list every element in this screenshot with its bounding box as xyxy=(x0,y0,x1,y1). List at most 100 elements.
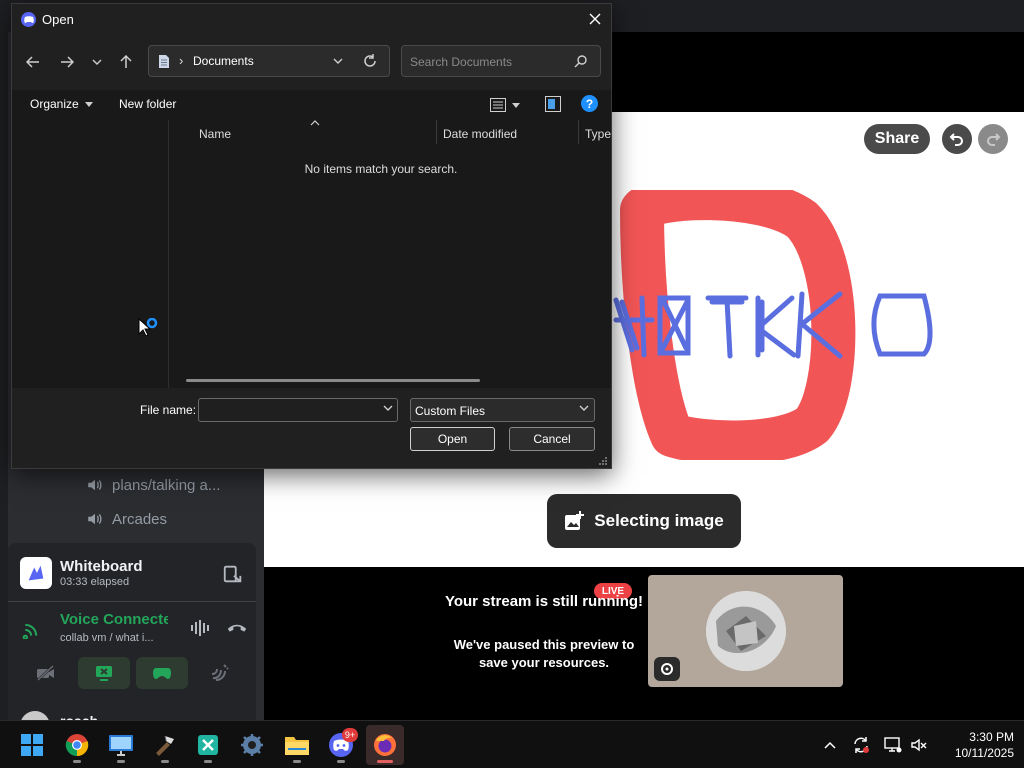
activity-row[interactable]: Whiteboard 03:33 elapsed xyxy=(20,555,246,591)
activity-elapsed: 03:33 elapsed xyxy=(60,576,130,588)
chevron-down-icon xyxy=(84,101,93,107)
open-button[interactable]: Open xyxy=(410,427,495,451)
stream-preview[interactable] xyxy=(648,575,843,687)
address-bar[interactable]: › Documents xyxy=(148,45,390,77)
undo-icon xyxy=(949,133,963,146)
column-divider[interactable] xyxy=(578,120,579,144)
channel-label: Arcades xyxy=(112,510,168,528)
avatar xyxy=(706,591,786,671)
taskbar-settings[interactable] xyxy=(233,725,271,765)
noise-suppression-icon[interactable] xyxy=(190,619,212,637)
system-clock[interactable]: 3:30 PM 10/11/2025 xyxy=(936,729,1014,761)
taskbar-firefox[interactable] xyxy=(366,725,404,765)
start-button[interactable] xyxy=(13,725,51,765)
chevron-down-icon[interactable] xyxy=(383,405,393,411)
file-type-select[interactable]: Custom Files xyxy=(410,398,595,422)
gamepad-icon xyxy=(153,668,171,679)
file-name-combobox[interactable] xyxy=(198,398,398,422)
stream-button[interactable] xyxy=(78,657,130,689)
undo-button[interactable] xyxy=(942,124,972,154)
server-rail xyxy=(0,32,8,720)
stream-area xyxy=(264,567,1024,720)
camera-button[interactable] xyxy=(20,657,72,689)
vscode-insiders-icon xyxy=(198,735,218,755)
speaker-icon xyxy=(88,479,102,491)
taskbar-discord[interactable]: 9+ xyxy=(322,725,360,765)
new-folder-button[interactable]: New folder xyxy=(119,97,176,111)
recent-locations-button[interactable] xyxy=(85,50,109,74)
chevron-down-icon xyxy=(92,59,102,65)
open-file-dialog: Open › Documents Search Documents Organi… xyxy=(11,3,612,469)
busy-cursor-icon xyxy=(138,318,158,337)
show-hidden-icons-button[interactable] xyxy=(820,735,840,755)
cancel-button[interactable]: Cancel xyxy=(509,427,595,451)
preview-pane-icon[interactable] xyxy=(545,96,561,112)
chevron-down-icon xyxy=(512,102,520,108)
selecting-image-status: Selecting image xyxy=(547,494,741,548)
search-input[interactable] xyxy=(410,53,570,71)
dialog-toolbar: Organize New folder ? xyxy=(12,90,611,120)
column-date-modified[interactable]: Date modified xyxy=(443,127,517,141)
channel-item-arcades[interactable]: Arcades xyxy=(86,506,167,532)
resize-grip-icon[interactable] xyxy=(598,456,608,466)
column-type[interactable]: Type xyxy=(585,127,611,141)
voice-panel: Whiteboard 03:33 elapsed Voice Connecte … xyxy=(8,543,256,741)
horizontal-scrollbar[interactable] xyxy=(186,379,480,382)
taskbar-chrome[interactable] xyxy=(58,725,96,765)
folder-icon xyxy=(285,737,309,755)
close-button[interactable] xyxy=(584,8,606,30)
running-indicator xyxy=(73,760,81,763)
file-list[interactable]: Name Date modified Type No items match y… xyxy=(169,120,611,388)
running-indicator xyxy=(117,760,125,763)
change-view-button[interactable] xyxy=(490,96,528,114)
search-icon[interactable] xyxy=(574,54,588,68)
stream-title: Your stream is still running! xyxy=(444,593,644,610)
taskbar-remote-desktop[interactable] xyxy=(102,725,140,765)
column-divider[interactable] xyxy=(436,120,437,144)
desktop: plans/talking a... Arcades Whiteboard 03… xyxy=(0,0,1024,768)
navigation-pane[interactable] xyxy=(12,120,169,388)
sync-tray-button[interactable] xyxy=(851,735,871,755)
help-icon[interactable]: ? xyxy=(581,95,598,112)
chevron-down-icon[interactable] xyxy=(333,55,343,67)
refresh-icon[interactable] xyxy=(363,54,377,68)
sync-icon xyxy=(854,737,869,753)
breadcrumb-documents[interactable]: Documents xyxy=(193,54,254,68)
file-type-value: Custom Files xyxy=(415,404,486,418)
taskbar-tool-app[interactable] xyxy=(146,725,184,765)
disconnect-icon[interactable] xyxy=(226,619,248,637)
back-button[interactable] xyxy=(21,50,45,74)
organize-button[interactable]: Organize xyxy=(30,97,93,111)
redo-icon xyxy=(987,133,1001,146)
file-name-input[interactable] xyxy=(203,402,373,418)
speaker-icon xyxy=(88,513,102,525)
voice-location[interactable]: collab vm / what i... xyxy=(60,632,154,644)
clock-time: 3:30 PM xyxy=(969,730,1014,744)
taskbar-file-explorer[interactable] xyxy=(278,725,316,765)
forward-button[interactable] xyxy=(55,50,79,74)
stream-settings-button[interactable] xyxy=(654,657,680,681)
document-folder-icon xyxy=(159,55,169,68)
volume-tray-button[interactable] xyxy=(909,735,929,755)
share-button[interactable]: Share xyxy=(864,124,930,154)
channel-item-plans[interactable]: plans/talking a... xyxy=(86,472,220,498)
activity-header xyxy=(612,32,1024,112)
firefox-icon xyxy=(374,734,396,756)
soundboard-button[interactable] xyxy=(194,657,246,689)
screen-share-icon xyxy=(96,666,112,681)
dialog-titlebar: Open xyxy=(12,4,611,34)
gear-icon xyxy=(241,734,263,756)
dialog-footer: File name: Custom Files Open Cancel xyxy=(12,388,611,468)
stream-subtitle: We've paused this preview to save your r… xyxy=(453,637,635,670)
voice-status[interactable]: Voice Connecte xyxy=(60,611,168,628)
notification-badge: 9+ xyxy=(342,728,358,742)
signal-icon[interactable] xyxy=(20,619,44,639)
arrow-right-icon xyxy=(61,56,74,68)
activity-button[interactable] xyxy=(136,657,188,689)
redo-button[interactable] xyxy=(978,124,1008,154)
network-tray-button[interactable] xyxy=(883,735,903,755)
up-button[interactable] xyxy=(114,50,138,74)
leave-activity-icon[interactable] xyxy=(222,563,244,585)
column-name[interactable]: Name xyxy=(199,127,231,141)
taskbar-vscode-insiders[interactable] xyxy=(189,725,227,765)
